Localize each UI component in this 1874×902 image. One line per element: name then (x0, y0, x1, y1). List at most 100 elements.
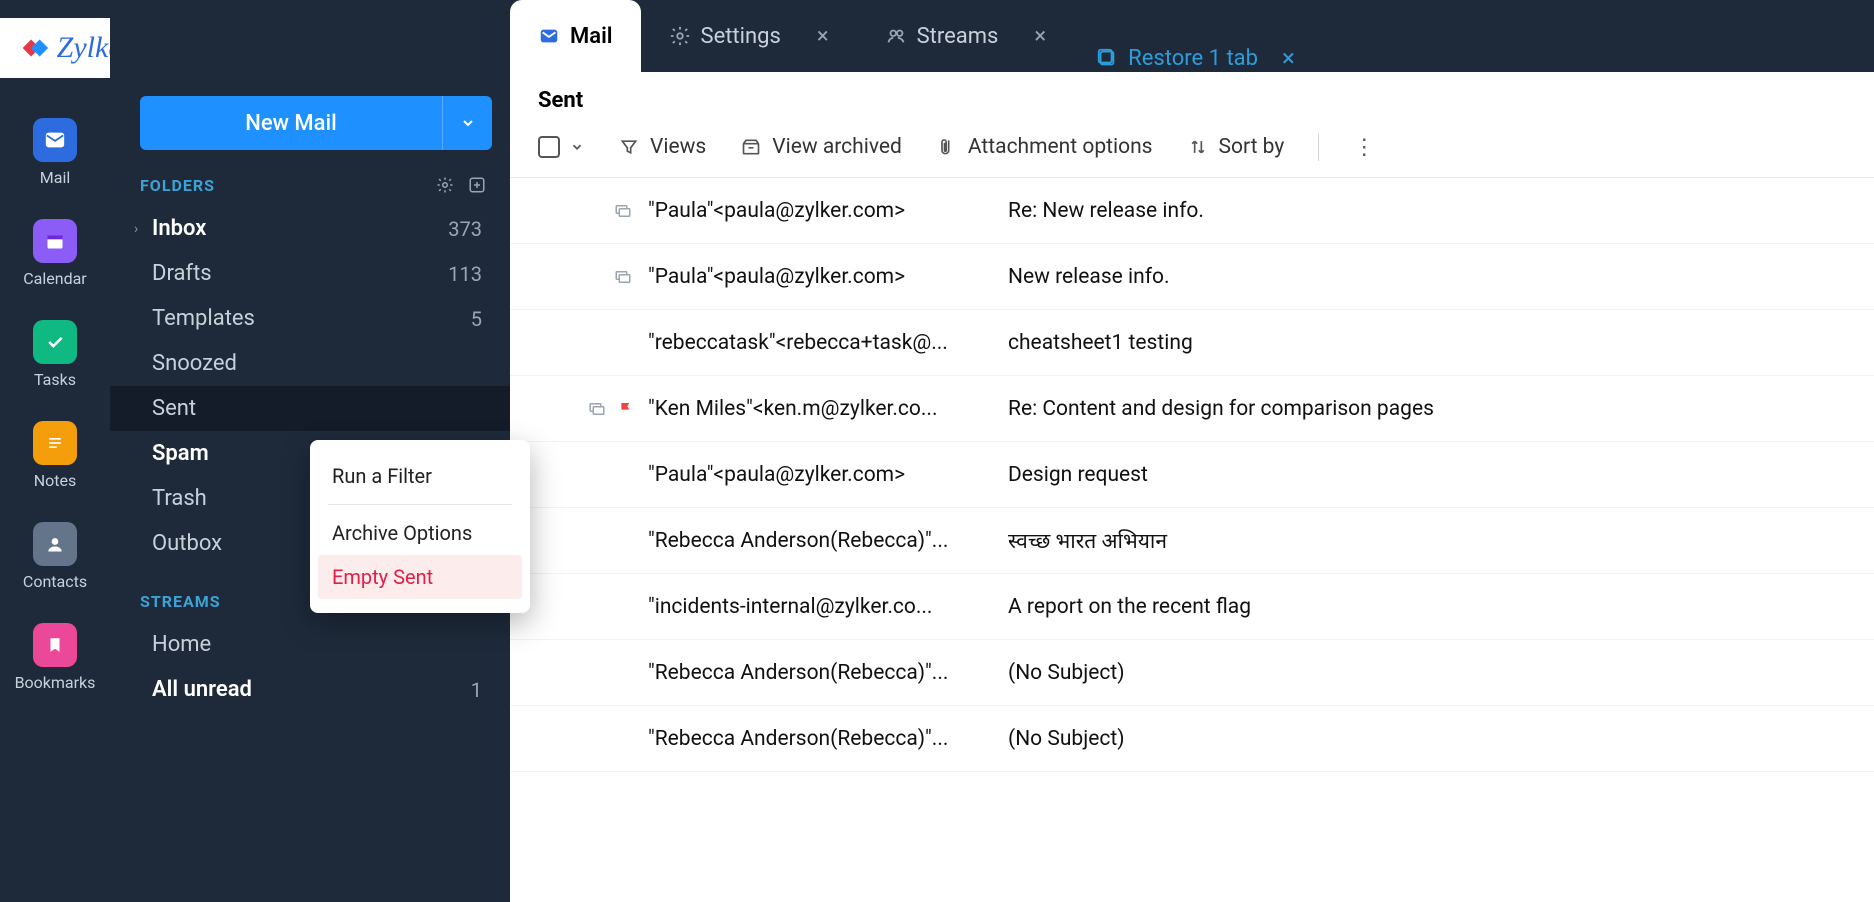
mail-subject: (No Subject) (1008, 661, 1846, 685)
folders-heading: FOLDERS (140, 176, 434, 195)
kebab-icon: ⋮ (1353, 135, 1377, 160)
mail-row[interactable]: "incidents-internal@zylker.co...A report… (510, 574, 1874, 640)
row-lead (538, 202, 648, 220)
close-icon[interactable]: × (817, 24, 829, 49)
close-icon[interactable]: × (1282, 44, 1295, 72)
conversation-icon (586, 400, 608, 418)
mail-row[interactable]: "Rebecca Anderson(Rebecca)"...(No Subjec… (510, 640, 1874, 706)
pane-title: Sent (510, 72, 1874, 125)
views-label: Views (650, 135, 706, 159)
divider (1318, 133, 1319, 161)
folder-drafts[interactable]: Drafts 113 (110, 251, 510, 296)
views-button[interactable]: Views (618, 135, 706, 159)
tab-bar: Mail Settings × Streams × Restore 1 tab … (510, 0, 1874, 72)
stream-all-unread[interactable]: All unread 1 (110, 667, 510, 712)
mail-row[interactable]: "rebeccatask"<rebecca+task@...cheatsheet… (510, 310, 1874, 376)
restore-tab-button[interactable]: Restore 1 tab × (1074, 44, 1317, 72)
close-icon[interactable]: × (1034, 24, 1046, 49)
new-mail-button[interactable]: New Mail (140, 96, 442, 150)
mail-sender: "Paula"<paula@zylker.com> (648, 265, 1008, 289)
context-empty-sent[interactable]: Empty Sent (318, 555, 522, 599)
bookmark-icon (33, 623, 77, 667)
folder-inbox[interactable]: › Inbox 373 (110, 206, 510, 251)
tab-label: Streams (917, 24, 999, 49)
conversation-icon (612, 202, 634, 220)
add-folder-icon[interactable] (466, 174, 488, 196)
main-pane: Mail Settings × Streams × Restore 1 tab … (510, 0, 1874, 902)
folder-context-menu: Run a Filter Archive Options Empty Sent (310, 440, 530, 613)
context-run-filter[interactable]: Run a Filter (318, 454, 522, 498)
check-icon (33, 320, 77, 364)
select-all-checkbox[interactable] (538, 136, 584, 158)
mail-row[interactable]: "Rebecca Anderson(Rebecca)"...(No Subjec… (510, 706, 1874, 772)
mail-subject: A report on the recent flag (1008, 595, 1846, 619)
mail-row[interactable]: "Rebecca Anderson(Rebecca)"...स्वच्छ भार… (510, 508, 1874, 574)
restore-icon (1096, 47, 1118, 69)
mail-subject: Re: Content and design for comparison pa… (1008, 397, 1846, 421)
rail-item-contacts[interactable]: Contacts (23, 522, 87, 591)
sort-by-label: Sort by (1219, 135, 1285, 159)
mail-row[interactable]: "Paula"<paula@zylker.com>New release inf… (510, 244, 1874, 310)
rail-item-calendar[interactable]: Calendar (23, 219, 86, 288)
notes-icon (33, 421, 77, 465)
tab-streams[interactable]: Streams × (857, 0, 1075, 72)
mail-sender: "Ken Miles"<ken.m@zylker.co... (648, 397, 1008, 421)
more-options-button[interactable]: ⋮ (1353, 135, 1377, 160)
mail-subject: New release info. (1008, 265, 1846, 289)
mail-row[interactable]: "Paula"<paula@zylker.com>Re: New release… (510, 178, 1874, 244)
chevron-down-icon (570, 140, 584, 154)
calendar-icon (33, 219, 77, 263)
conversation-icon (612, 268, 634, 286)
rail-label: Tasks (34, 370, 76, 389)
mail-subject: (No Subject) (1008, 727, 1846, 751)
zylker-logo-icon (17, 31, 51, 65)
gear-icon (669, 25, 691, 47)
tab-label: Mail (570, 24, 613, 49)
mail-sender: "Rebecca Anderson(Rebecca)"... (648, 529, 1008, 553)
rail-item-mail[interactable]: Mail (33, 118, 77, 187)
rail-label: Bookmarks (15, 673, 96, 692)
attachment-options-button[interactable]: Attachment options (936, 135, 1153, 159)
archive-icon (740, 136, 762, 158)
folder-templates[interactable]: Templates 5 (110, 296, 510, 341)
mail-sender: "Paula"<paula@zylker.com> (648, 199, 1008, 223)
attachment-options-label: Attachment options (968, 135, 1153, 159)
folder-snoozed[interactable]: Snoozed (110, 341, 510, 386)
app-rail: Zylker Mail Calendar Tasks Notes (0, 0, 110, 902)
sort-icon (1187, 136, 1209, 158)
tab-mail[interactable]: Mail (510, 0, 641, 72)
mail-icon (33, 118, 77, 162)
rail-label: Calendar (23, 269, 86, 288)
restore-label: Restore 1 tab (1128, 46, 1258, 71)
rail-item-notes[interactable]: Notes (33, 421, 77, 490)
folder-settings-icon[interactable] (434, 174, 456, 196)
sort-by-button[interactable]: Sort by (1187, 135, 1285, 159)
row-lead (538, 400, 648, 418)
mail-tab-icon (538, 25, 560, 47)
mail-sender: "incidents-internal@zylker.co... (648, 595, 1008, 619)
mail-sender: "Rebecca Anderson(Rebecca)"... (648, 727, 1008, 751)
chevron-right-icon: › (134, 221, 152, 237)
rail-item-bookmarks[interactable]: Bookmarks (15, 623, 96, 692)
mail-subject: Design request (1008, 463, 1846, 487)
tab-settings[interactable]: Settings × (641, 0, 857, 72)
attachment-icon (936, 136, 958, 158)
view-archived-label: View archived (772, 135, 902, 159)
person-icon (33, 522, 77, 566)
mail-sender: "rebeccatask"<rebecca+task@... (648, 331, 1008, 355)
rail-label: Contacts (23, 572, 87, 591)
stream-home[interactable]: Home (110, 622, 510, 667)
mail-sender: "Rebecca Anderson(Rebecca)"... (648, 661, 1008, 685)
new-mail-dropdown[interactable] (442, 96, 492, 150)
context-archive-options[interactable]: Archive Options (318, 511, 522, 555)
rail-item-tasks[interactable]: Tasks (33, 320, 77, 389)
checkbox-icon (538, 136, 560, 158)
folder-sent[interactable]: Sent (110, 386, 510, 431)
mail-row[interactable]: "Paula"<paula@zylker.com>Design request (510, 442, 1874, 508)
view-archived-button[interactable]: View archived (740, 135, 902, 159)
mail-subject: Re: New release info. (1008, 199, 1846, 223)
mail-row[interactable]: "Ken Miles"<ken.m@zylker.co...Re: Conten… (510, 376, 1874, 442)
rail-label: Mail (40, 168, 70, 187)
mail-toolbar: Views View archived Attachment options S… (510, 125, 1874, 178)
stream-list: Home All unread 1 (110, 622, 510, 712)
